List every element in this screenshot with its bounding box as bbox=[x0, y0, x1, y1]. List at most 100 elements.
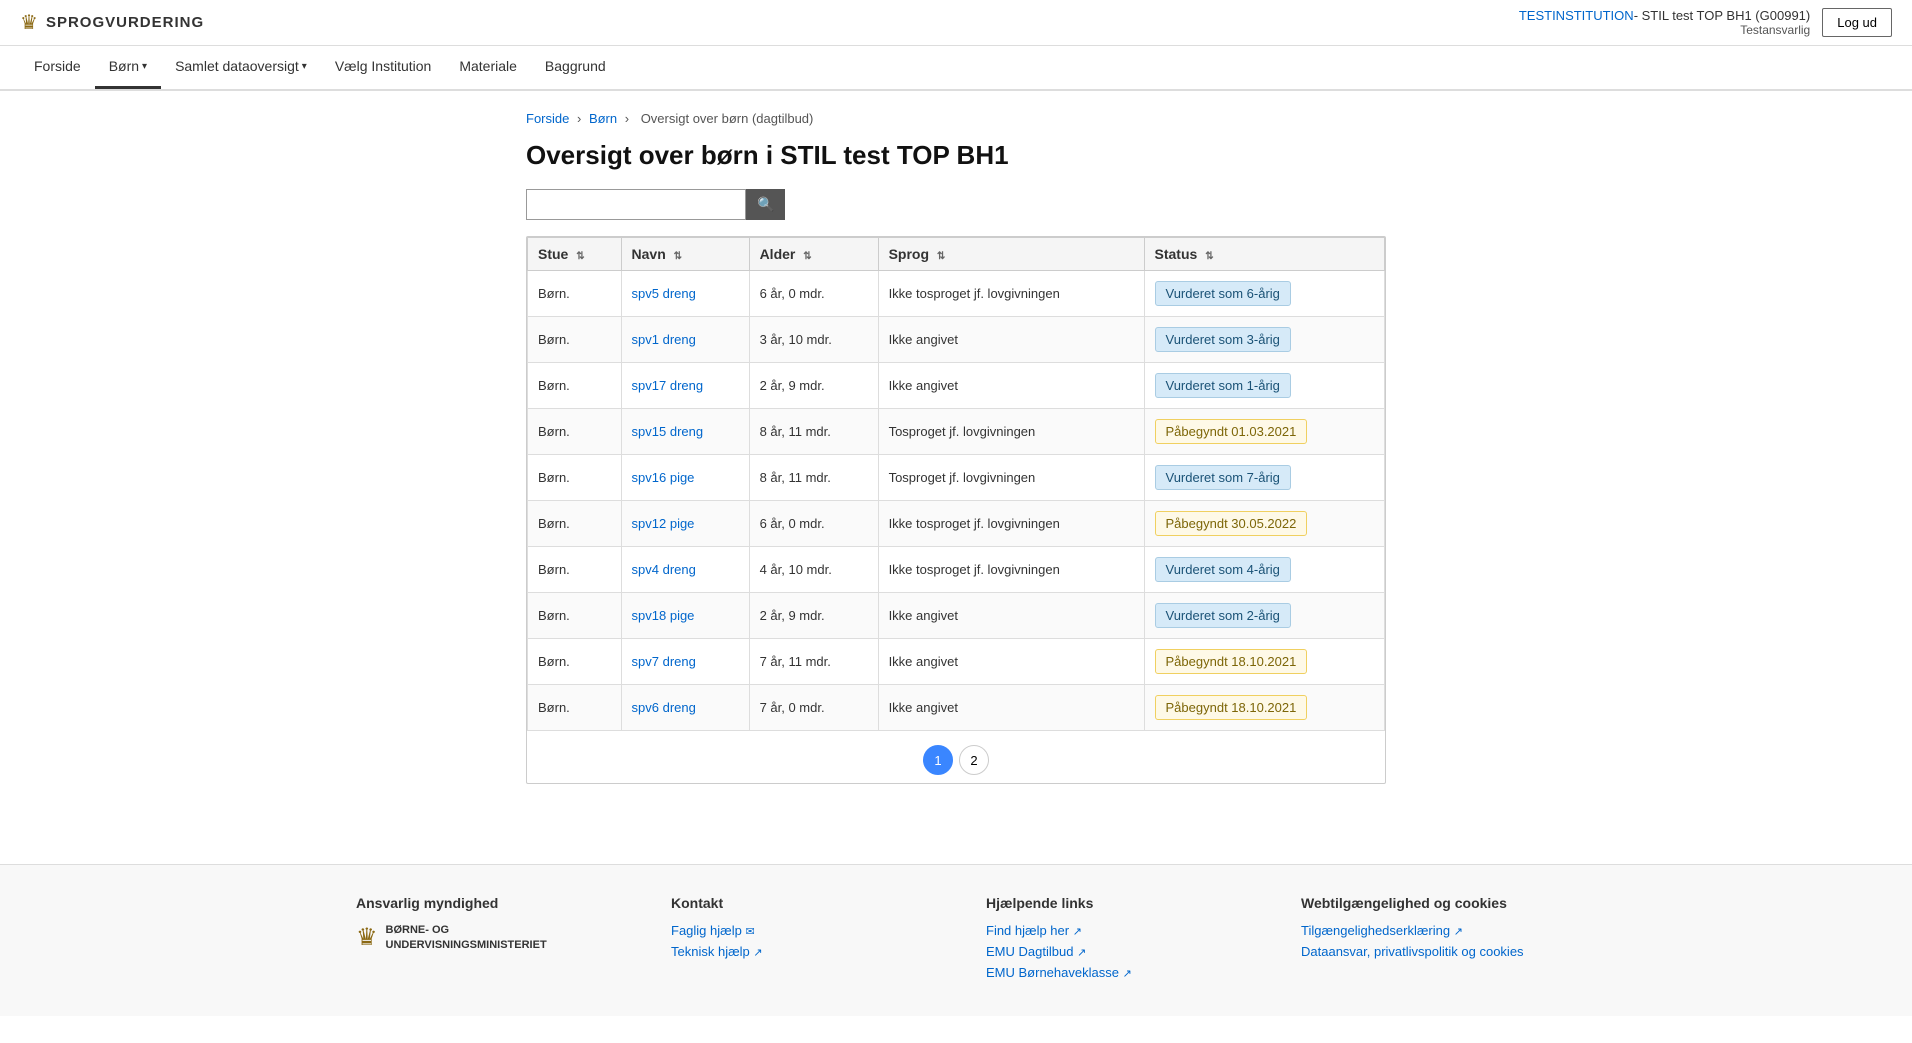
main-nav: Forside Børn ▾ Samlet dataoversigt ▾ Væl… bbox=[0, 46, 1912, 91]
child-link[interactable]: spv15 dreng bbox=[632, 424, 704, 439]
status-badge: Påbegyndt 18.10.2021 bbox=[1155, 649, 1308, 674]
child-link[interactable]: spv4 dreng bbox=[632, 562, 696, 577]
child-link[interactable]: spv6 dreng bbox=[632, 700, 696, 715]
footer-emu-born-label: EMU Børnehaveklasse bbox=[986, 965, 1119, 980]
external-icon-4: ↗ bbox=[1077, 947, 1086, 959]
search-button[interactable]: 🔍 bbox=[746, 189, 785, 220]
logo-area: ♛ SPROGVURDERING bbox=[20, 10, 204, 35]
footer-emu-dag-label: EMU Dagtilbud bbox=[986, 944, 1073, 959]
cell-status: Vurderet som 2-årig bbox=[1144, 593, 1384, 639]
table-row: Børn. spv6 dreng 7 år, 0 mdr. Ikke angiv… bbox=[528, 685, 1385, 731]
page-btn-2[interactable]: 2 bbox=[959, 745, 989, 775]
cell-navn: spv7 dreng bbox=[621, 639, 749, 685]
institution-info: TESTINSTITUTION- STIL test TOP BH1 (G009… bbox=[1519, 8, 1810, 37]
footer-teknisk-label: Teknisk hjælp bbox=[671, 944, 750, 959]
cell-alder: 8 år, 11 mdr. bbox=[749, 455, 878, 501]
footer-link-emu-dagtilbud[interactable]: EMU Dagtilbud ↗ bbox=[986, 944, 1241, 959]
cell-stue: Børn. bbox=[528, 639, 622, 685]
cell-sprog: Ikke tosproget jf. lovgivningen bbox=[878, 271, 1144, 317]
data-table-container: Stue ⇅ Navn ⇅ Alder ⇅ Sprog ⇅ bbox=[526, 236, 1386, 784]
crown-icon: ♛ bbox=[20, 10, 38, 35]
child-link[interactable]: spv18 pige bbox=[632, 608, 695, 623]
cell-navn: spv18 pige bbox=[621, 593, 749, 639]
cell-alder: 2 år, 9 mdr. bbox=[749, 593, 878, 639]
table-body: Børn. spv5 dreng 6 år, 0 mdr. Ikke tospr… bbox=[528, 271, 1385, 731]
nav-item-vaelg[interactable]: Vælg Institution bbox=[321, 46, 446, 89]
cell-alder: 4 år, 10 mdr. bbox=[749, 547, 878, 593]
cell-status: Vurderet som 3-årig bbox=[1144, 317, 1384, 363]
status-badge: Vurderet som 3-årig bbox=[1155, 327, 1291, 352]
footer-inner: Ansvarlig myndighed ♛ BØRNE- OGUNDERVISN… bbox=[356, 895, 1556, 986]
top-header: ♛ SPROGVURDERING TESTINSTITUTION- STIL t… bbox=[0, 0, 1912, 46]
breadcrumb-born[interactable]: Børn bbox=[589, 111, 617, 126]
cell-status: Påbegyndt 30.05.2022 bbox=[1144, 501, 1384, 547]
cell-sprog: Tosproget jf. lovgivningen bbox=[878, 455, 1144, 501]
nav-link-vaelg[interactable]: Vælg Institution bbox=[321, 46, 446, 86]
footer-link-dataansvar[interactable]: Dataansvar, privatlivspolitik og cookies bbox=[1301, 944, 1556, 959]
footer-col-links: Hjælpende links Find hjælp her ↗ EMU Dag… bbox=[986, 895, 1241, 986]
footer-link-tilgaengelighed[interactable]: Tilgængeligheds­erklæring ↗ bbox=[1301, 923, 1556, 938]
institution-role: Testansvarlig bbox=[1519, 23, 1810, 37]
child-link[interactable]: spv17 dreng bbox=[632, 378, 704, 393]
cell-sprog: Ikke angivet bbox=[878, 639, 1144, 685]
footer-ministry-name: BØRNE- OGUNDERVISNINGS­MINISTERIET bbox=[386, 923, 547, 952]
logout-button[interactable]: Log ud bbox=[1822, 8, 1892, 37]
footer-logo-area: ♛ BØRNE- OGUNDERVISNINGS­MINISTERIET bbox=[356, 923, 611, 952]
status-badge: Påbegyndt 30.05.2022 bbox=[1155, 511, 1308, 536]
col-stue-label: Stue bbox=[538, 246, 568, 262]
external-icon-5: ↗ bbox=[1123, 968, 1132, 980]
child-link[interactable]: spv1 dreng bbox=[632, 332, 696, 347]
cell-stue: Børn. bbox=[528, 271, 622, 317]
nav-born-label: Børn bbox=[109, 58, 139, 74]
nav-link-forside[interactable]: Forside bbox=[20, 46, 95, 86]
cell-sprog: Ikke tosproget jf. lovgivningen bbox=[878, 501, 1144, 547]
table-row: Børn. spv15 dreng 8 år, 11 mdr. Tosproge… bbox=[528, 409, 1385, 455]
footer-link-emu-born[interactable]: EMU Børnehaveklasse ↗ bbox=[986, 965, 1241, 980]
nav-item-born[interactable]: Børn ▾ bbox=[95, 46, 161, 89]
cell-status: Vurderet som 6-årig bbox=[1144, 271, 1384, 317]
cell-navn: spv6 dreng bbox=[621, 685, 749, 731]
table-row: Børn. spv5 dreng 6 år, 0 mdr. Ikke tospr… bbox=[528, 271, 1385, 317]
cell-stue: Børn. bbox=[528, 455, 622, 501]
footer-faglig-label: Faglig hjælp bbox=[671, 923, 742, 938]
footer-link-find-hjaelp[interactable]: Find hjælp her ↗ bbox=[986, 923, 1241, 938]
col-stue[interactable]: Stue ⇅ bbox=[528, 238, 622, 271]
nav-item-samlet[interactable]: Samlet dataoversigt ▾ bbox=[161, 46, 321, 89]
status-badge: Vurderet som 2-årig bbox=[1155, 603, 1291, 628]
child-link[interactable]: spv5 dreng bbox=[632, 286, 696, 301]
child-link[interactable]: spv16 pige bbox=[632, 470, 695, 485]
external-icon-6: ↗ bbox=[1454, 926, 1463, 938]
chevron-down-icon: ▾ bbox=[142, 61, 147, 72]
status-badge: Vurderet som 4-årig bbox=[1155, 557, 1291, 582]
external-icon-3: ↗ bbox=[1073, 926, 1082, 938]
footer-link-faglig-hjaelp[interactable]: Faglig hjælp ✉ bbox=[671, 923, 926, 938]
nav-link-samlet[interactable]: Samlet dataoversigt ▾ bbox=[161, 46, 321, 86]
child-link[interactable]: spv12 pige bbox=[632, 516, 695, 531]
nav-item-forside[interactable]: Forside bbox=[20, 46, 95, 89]
col-alder[interactable]: Alder ⇅ bbox=[749, 238, 878, 271]
footer-link-teknisk-hjaelp[interactable]: Teknisk hjælp ↗ bbox=[671, 944, 926, 959]
nav-link-materiale[interactable]: Materiale bbox=[445, 46, 531, 86]
nav-link-baggrund[interactable]: Baggrund bbox=[531, 46, 620, 86]
footer-crown-icon: ♛ bbox=[356, 923, 378, 952]
nav-link-born[interactable]: Børn ▾ bbox=[95, 46, 161, 89]
breadcrumb-forside[interactable]: Forside bbox=[526, 111, 569, 126]
cell-stue: Børn. bbox=[528, 317, 622, 363]
col-status[interactable]: Status ⇅ bbox=[1144, 238, 1384, 271]
search-icon: 🔍 bbox=[757, 196, 774, 212]
page-btn-1[interactable]: 1 bbox=[923, 745, 953, 775]
nav-item-baggrund[interactable]: Baggrund bbox=[531, 46, 620, 89]
col-sprog[interactable]: Sprog ⇅ bbox=[878, 238, 1144, 271]
cell-sprog: Ikke angivet bbox=[878, 317, 1144, 363]
search-input[interactable] bbox=[526, 189, 746, 220]
nav-item-materiale[interactable]: Materiale bbox=[445, 46, 531, 89]
child-link[interactable]: spv7 dreng bbox=[632, 654, 696, 669]
logo-text: SPROGVURDERING bbox=[46, 14, 204, 31]
institution-link[interactable]: TESTINSTITUTION bbox=[1519, 8, 1634, 23]
chevron-down-icon-2: ▾ bbox=[302, 61, 307, 72]
table-row: Børn. spv17 dreng 2 år, 9 mdr. Ikke angi… bbox=[528, 363, 1385, 409]
external-icon-1: ✉ bbox=[745, 926, 754, 938]
institution-name: - STIL test TOP BH1 (G00991) bbox=[1634, 8, 1811, 23]
col-navn[interactable]: Navn ⇅ bbox=[621, 238, 749, 271]
footer-col-authority: Ansvarlig myndighed ♛ BØRNE- OGUNDERVISN… bbox=[356, 895, 611, 986]
